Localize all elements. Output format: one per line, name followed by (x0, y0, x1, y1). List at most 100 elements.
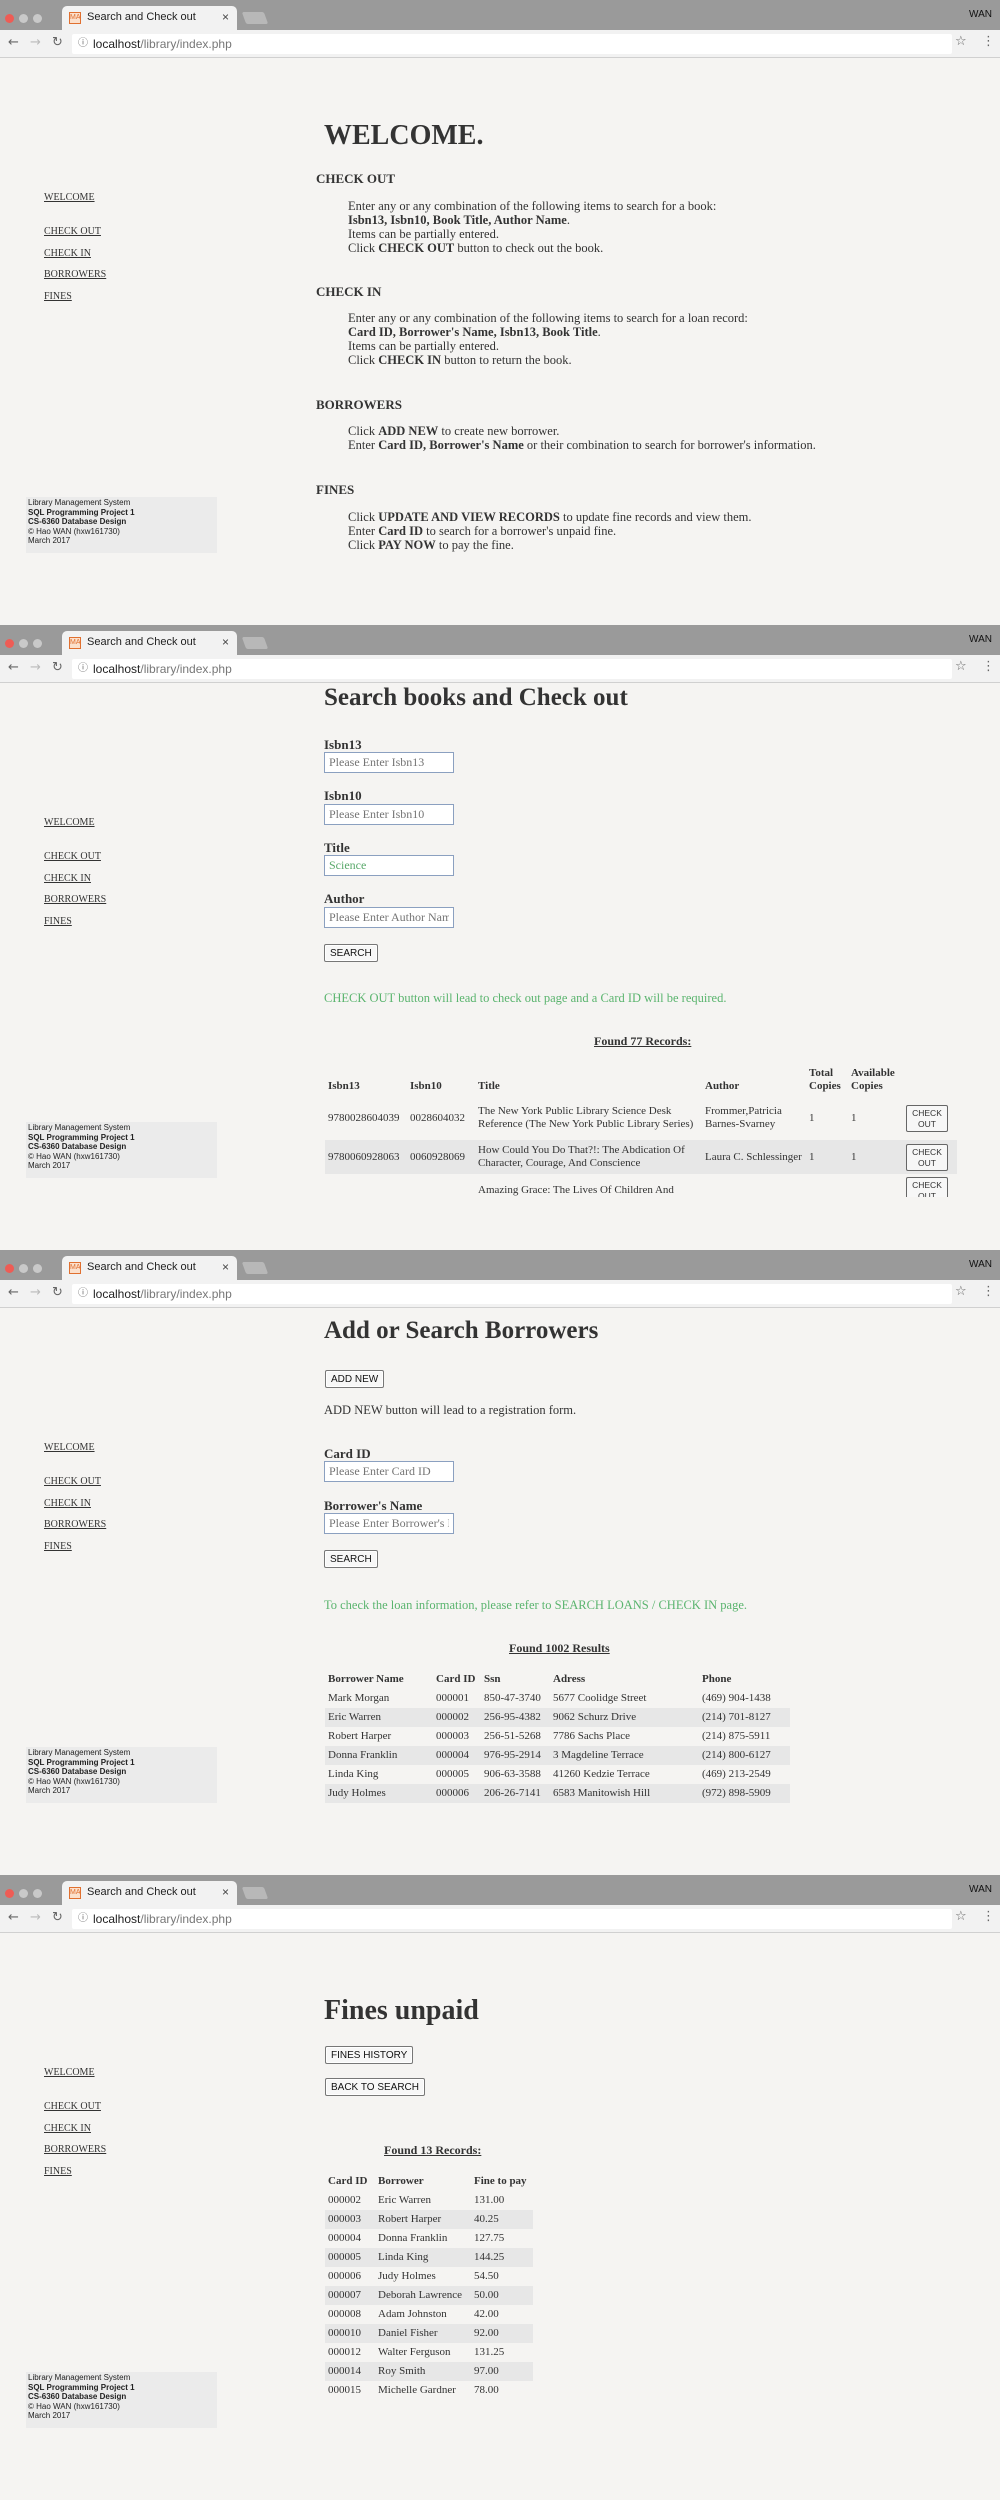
forward-icon[interactable]: → (30, 660, 41, 675)
browser-tab[interactable]: MA Search and Check out × (62, 1881, 237, 1905)
nav-link-check-in[interactable]: CHECK IN (44, 2123, 91, 2134)
maximize-window-button[interactable] (33, 1264, 42, 1273)
fines-history-button[interactable]: FINES HISTORY (325, 2046, 414, 2064)
cell-card-id: 000002 (325, 2191, 375, 2210)
nav-link-welcome[interactable]: WELCOME (44, 1442, 95, 1453)
nav-link-welcome[interactable]: WELCOME (44, 817, 95, 828)
browser-menu-icon[interactable]: ⋮ (982, 1909, 995, 1924)
back-icon[interactable]: ← (8, 1910, 19, 1925)
window-controls[interactable] (5, 1260, 47, 1278)
address-bar[interactable]: ⓘ localhost/library/index.php (72, 659, 952, 679)
maximize-window-button[interactable] (33, 639, 42, 648)
new-tab-button[interactable] (241, 1262, 269, 1274)
info-icon[interactable]: ⓘ (78, 1909, 88, 1929)
profile-name[interactable]: WAN (969, 1259, 992, 1270)
borrower-name-input[interactable] (324, 1513, 454, 1534)
nav-link-check-out[interactable]: CHECK OUT (44, 851, 101, 862)
forward-icon[interactable]: → (30, 1910, 41, 1925)
tab-close-icon[interactable]: × (222, 1260, 229, 1274)
close-window-button[interactable] (5, 1264, 14, 1273)
tab-close-icon[interactable]: × (222, 635, 229, 649)
browser-menu-icon[interactable]: ⋮ (982, 34, 995, 49)
nav-link-check-out[interactable]: CHECK OUT (44, 2101, 101, 2112)
back-icon[interactable]: ← (8, 35, 19, 50)
window-controls[interactable] (5, 1885, 47, 1903)
search-button[interactable]: SEARCH (324, 1550, 378, 1568)
nav-link-fines[interactable]: FINES (44, 916, 72, 927)
footer-author: © Hao WAN (hxw161730) (28, 1776, 120, 1786)
nav-link-borrowers[interactable]: BORROWERS (44, 269, 106, 280)
title-input[interactable] (324, 855, 454, 876)
reload-icon[interactable]: ↻ (52, 35, 63, 50)
nav-link-fines[interactable]: FINES (44, 291, 72, 302)
browser-toolbar: ← → ↻ ⓘ localhost/library/index.php ☆ ⋮ (0, 1280, 1000, 1308)
new-tab-button[interactable] (241, 1887, 269, 1899)
minimize-window-button[interactable] (19, 1889, 28, 1898)
browser-menu-icon[interactable]: ⋮ (982, 659, 995, 674)
cell-isbn13: 9780028604039 (325, 1096, 407, 1140)
profile-name[interactable]: WAN (969, 9, 992, 20)
close-window-button[interactable] (5, 639, 14, 648)
browser-menu-icon[interactable]: ⋮ (982, 1284, 995, 1299)
address-bar[interactable]: ⓘ localhost/library/index.php (72, 1284, 952, 1304)
nav-link-borrowers[interactable]: BORROWERS (44, 1519, 106, 1530)
bookmark-star-icon[interactable]: ☆ (955, 34, 967, 49)
browser-tab[interactable]: MA Search and Check out × (62, 6, 237, 30)
new-tab-button[interactable] (241, 12, 269, 24)
url-path: /library/index.php (140, 662, 232, 676)
check-out-button[interactable]: CHECK OUT (906, 1104, 948, 1132)
bookmark-star-icon[interactable]: ☆ (955, 1284, 967, 1299)
maximize-window-button[interactable] (33, 14, 42, 23)
reload-icon[interactable]: ↻ (52, 660, 63, 675)
info-icon[interactable]: ⓘ (78, 34, 88, 54)
table-row: 000015 Michelle Gardner 78.00 (325, 2381, 533, 2400)
nav-link-welcome[interactable]: WELCOME (44, 192, 95, 203)
tab-close-icon[interactable]: × (222, 10, 229, 24)
nav-link-check-out[interactable]: CHECK OUT (44, 226, 101, 237)
address-bar[interactable]: ⓘ localhost/library/index.php (72, 1909, 952, 1929)
close-window-button[interactable] (5, 14, 14, 23)
nav-link-fines[interactable]: FINES (44, 1541, 72, 1552)
table-row: Robert Harper 000003 256-51-5268 7786 Sachs… (325, 1727, 790, 1746)
nav-link-check-in[interactable]: CHECK IN (44, 248, 91, 259)
reload-icon[interactable]: ↻ (52, 1910, 63, 1925)
bookmark-star-icon[interactable]: ☆ (955, 659, 967, 674)
minimize-window-button[interactable] (19, 14, 28, 23)
profile-name[interactable]: WAN (969, 1884, 992, 1895)
forward-icon[interactable]: → (30, 35, 41, 50)
minimize-window-button[interactable] (19, 639, 28, 648)
author-input[interactable] (324, 907, 454, 928)
close-window-button[interactable] (5, 1889, 14, 1898)
window-controls[interactable] (5, 10, 47, 28)
browser-tab[interactable]: MA Search and Check out × (62, 631, 237, 655)
nav-link-check-in[interactable]: CHECK IN (44, 1498, 91, 1509)
profile-name[interactable]: WAN (969, 634, 992, 645)
check-out-button[interactable]: CHECK OUT (906, 1143, 948, 1171)
isbn10-input[interactable] (324, 804, 454, 825)
add-new-button[interactable]: ADD NEW (325, 1370, 385, 1388)
nav-link-fines[interactable]: FINES (44, 2166, 72, 2177)
nav-link-check-out[interactable]: CHECK OUT (44, 1476, 101, 1487)
search-button[interactable]: SEARCH (324, 944, 378, 962)
nav-link-borrowers[interactable]: BORROWERS (44, 2144, 106, 2155)
back-icon[interactable]: ← (8, 660, 19, 675)
isbn13-input[interactable] (324, 752, 454, 773)
back-to-search-button[interactable]: BACK TO SEARCH (325, 2078, 425, 2096)
forward-icon[interactable]: → (30, 1285, 41, 1300)
window-controls[interactable] (5, 635, 47, 653)
bookmark-star-icon[interactable]: ☆ (955, 1909, 967, 1924)
card-id-input[interactable] (324, 1461, 454, 1482)
info-icon[interactable]: ⓘ (78, 659, 88, 679)
maximize-window-button[interactable] (33, 1889, 42, 1898)
minimize-window-button[interactable] (19, 1264, 28, 1273)
new-tab-button[interactable] (241, 637, 269, 649)
tab-close-icon[interactable]: × (222, 1885, 229, 1899)
reload-icon[interactable]: ↻ (52, 1285, 63, 1300)
address-bar[interactable]: ⓘ localhost/library/index.php (72, 34, 952, 54)
nav-link-check-in[interactable]: CHECK IN (44, 873, 91, 884)
nav-link-borrowers[interactable]: BORROWERS (44, 894, 106, 905)
info-icon[interactable]: ⓘ (78, 1284, 88, 1304)
back-icon[interactable]: ← (8, 1285, 19, 1300)
browser-tab[interactable]: MA Search and Check out × (62, 1256, 237, 1280)
nav-link-welcome[interactable]: WELCOME (44, 2067, 95, 2078)
